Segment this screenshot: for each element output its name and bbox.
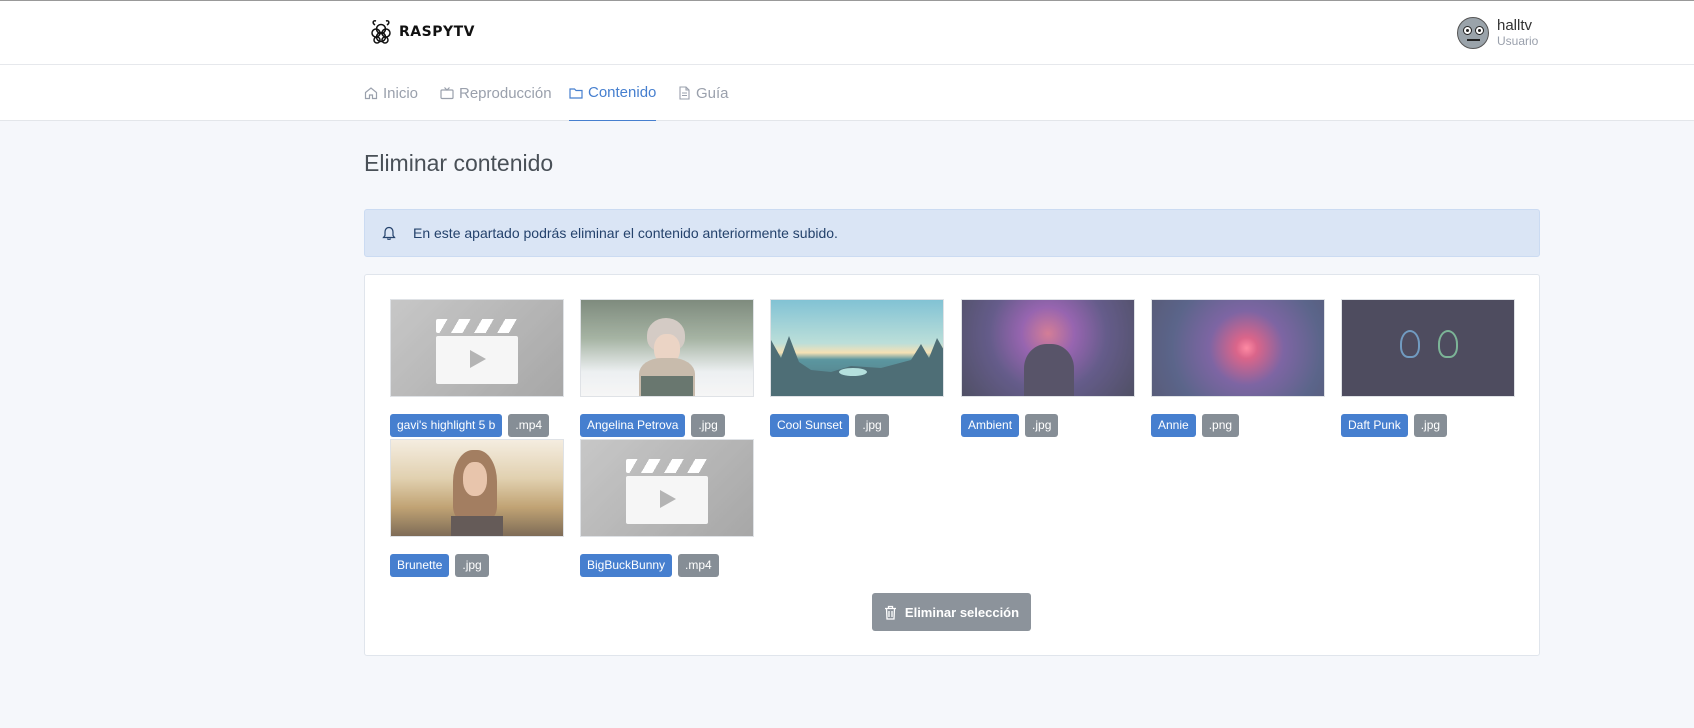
tab-inicio[interactable]: Inicio: [364, 65, 418, 121]
media-ext-badge: .jpg: [1025, 414, 1059, 437]
bell-icon: [382, 226, 396, 240]
media-ext-badge: .jpg: [455, 554, 489, 577]
image-thumbnail[interactable]: [961, 299, 1135, 397]
tab-reproduccion[interactable]: Reproducción: [440, 65, 552, 121]
user-name: halltv: [1497, 17, 1533, 34]
tv-icon: [440, 87, 454, 100]
media-ext-badge: .png: [1201, 414, 1240, 437]
info-alert: En este apartado podrás eliminar el cont…: [364, 209, 1540, 257]
user-role: Usuario: [1497, 34, 1539, 48]
tab-label: Reproducción: [459, 84, 552, 102]
media-ext-badge: .jpg: [691, 414, 725, 437]
image-thumbnail[interactable]: [390, 439, 564, 537]
trash-icon: [884, 605, 896, 620]
media-item[interactable]: Daft Punk .jpg: [1341, 299, 1515, 437]
tab-contenido[interactable]: Contenido: [569, 65, 657, 121]
delete-button-label: Eliminar selección: [904, 604, 1020, 620]
avatar: [1457, 17, 1489, 49]
media-name-badge: Angelina Petrova: [580, 414, 686, 437]
page-title: Eliminar contenido: [364, 150, 554, 176]
media-name-badge: Annie: [1151, 414, 1196, 437]
media-name-badge: Brunette: [390, 554, 450, 577]
alert-text: En este apartado podrás eliminar el cont…: [413, 225, 838, 241]
top-header: RASPYTV halltv Usuario: [0, 0, 1694, 65]
media-ext-badge: .jpg: [1413, 414, 1448, 437]
home-icon: [364, 87, 378, 100]
media-item[interactable]: gavi's highlight 5 b .mp4: [390, 299, 564, 437]
media-item[interactable]: BigBuckBunny .mp4: [580, 439, 754, 577]
media-item[interactable]: Annie .png: [1151, 299, 1325, 437]
main-nav: Inicio Reproducción Contenido Guía: [0, 65, 1694, 121]
tab-guia[interactable]: Guía: [677, 65, 729, 121]
image-thumbnail[interactable]: [1151, 299, 1325, 397]
brand-logo[interactable]: RASPYTV: [369, 18, 475, 46]
tab-label: Inicio: [383, 84, 419, 102]
media-name-badge: Daft Punk: [1341, 414, 1408, 437]
media-ext-badge: .jpg: [855, 414, 889, 437]
tab-label: Contenido: [588, 84, 657, 101]
image-thumbnail[interactable]: [770, 299, 944, 397]
user-menu[interactable]: halltv Usuario: [1457, 17, 1538, 49]
folder-icon: [569, 87, 583, 99]
media-ext-badge: .mp4: [508, 414, 550, 437]
brand-name: RASPYTV: [399, 24, 475, 40]
media-item[interactable]: Brunette .jpg: [390, 439, 564, 577]
media-name-badge: BigBuckBunny: [580, 554, 673, 577]
video-thumbnail[interactable]: [580, 439, 754, 537]
image-thumbnail[interactable]: [1341, 299, 1515, 397]
delete-selection-button[interactable]: Eliminar selección: [872, 593, 1031, 631]
image-thumbnail[interactable]: [580, 299, 754, 397]
media-ext-badge: .mp4: [678, 554, 719, 577]
tab-label: Guía: [696, 84, 729, 102]
media-item[interactable]: Angelina Petrova .jpg: [580, 299, 754, 437]
raspberry-icon: [371, 20, 391, 44]
file-icon: [679, 86, 690, 100]
media-name-badge: Ambient: [961, 414, 1020, 437]
media-name-badge: Cool Sunset: [770, 414, 850, 437]
media-name-badge: gavi's highlight 5 b: [390, 414, 503, 437]
media-item[interactable]: Ambient .jpg: [961, 299, 1135, 437]
video-thumbnail[interactable]: [390, 299, 564, 397]
media-item[interactable]: Cool Sunset .jpg: [770, 299, 944, 437]
